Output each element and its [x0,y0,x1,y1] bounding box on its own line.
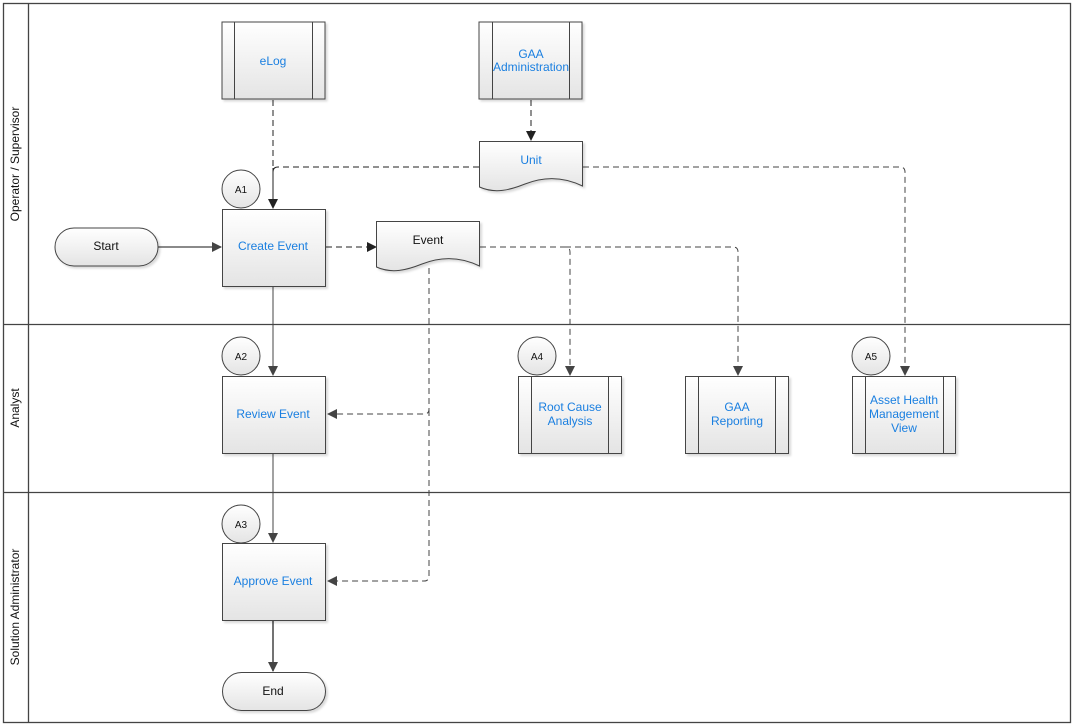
start-label: Start [93,239,119,253]
gaa-reporting-label-line2[interactable]: Reporting [711,414,763,428]
create-event-label[interactable]: Create Event [238,239,309,253]
rca-label-line1[interactable]: Root Cause [538,400,602,414]
end-node[interactable]: End [222,672,326,711]
gaa-administration-label-line1[interactable]: GAA [518,47,543,61]
review-event-label[interactable]: Review Event [236,407,310,421]
elog-label[interactable]: eLog [260,54,287,68]
event-document[interactable]: Event [376,221,480,272]
gaa-administration-subprocess[interactable]: GAA Administration [478,21,583,100]
gaa-administration-label-line2[interactable]: Administration [493,60,569,74]
root-cause-analysis-subprocess[interactable]: Root Cause Analysis [518,376,622,454]
unit-document[interactable]: Unit [479,141,583,192]
create-event-process[interactable]: Create Event [222,209,326,287]
approve-event-process[interactable]: Approve Event [222,543,326,621]
lane-label-solution-admin: Solution Administrator [8,549,22,666]
step-a1-label: A1 [235,185,248,196]
connector-unit-create-corner [272,166,279,173]
end-label: End [262,684,283,698]
ahm-label-line1[interactable]: Asset Health [870,393,938,407]
lane-label-operator: Operator / Supervisor [8,107,22,222]
gaa-reporting-label-line1[interactable]: GAA [724,400,749,414]
connector-event-review [327,268,430,419]
ahm-label-line3[interactable]: View [891,421,917,435]
step-badge-a4: A4 [517,336,557,376]
event-label: Event [413,233,444,247]
approve-event-label[interactable]: Approve Event [234,574,313,588]
swimlane-diagram: Operator / Supervisor Analyst Solution A… [2,2,1072,724]
asset-health-management-view-subprocess[interactable]: Asset Health Management View [852,376,956,454]
lane-label-analyst: Analyst [8,388,22,428]
step-a4-label: A4 [531,352,544,363]
review-event-process[interactable]: Review Event [222,376,326,454]
ahm-label-line2[interactable]: Management [869,407,940,421]
connector-event-gaareporting [565,246,743,376]
connector-event-approve [327,410,430,586]
step-badge-a3: A3 [221,504,261,544]
step-a5-label: A5 [865,352,878,363]
rca-label-line2[interactable]: Analysis [548,414,593,428]
step-badge-a5: A5 [851,336,891,376]
gaa-reporting-subprocess[interactable]: GAA Reporting [685,376,789,454]
step-badge-a2: A2 [221,336,261,376]
elog-subprocess[interactable]: eLog [221,21,326,100]
unit-label[interactable]: Unit [520,153,542,167]
step-a2-label: A2 [235,352,248,363]
step-badge-a1: A1 [221,169,261,209]
start-node[interactable]: Start [54,227,159,267]
step-a3-label: A3 [235,520,248,531]
